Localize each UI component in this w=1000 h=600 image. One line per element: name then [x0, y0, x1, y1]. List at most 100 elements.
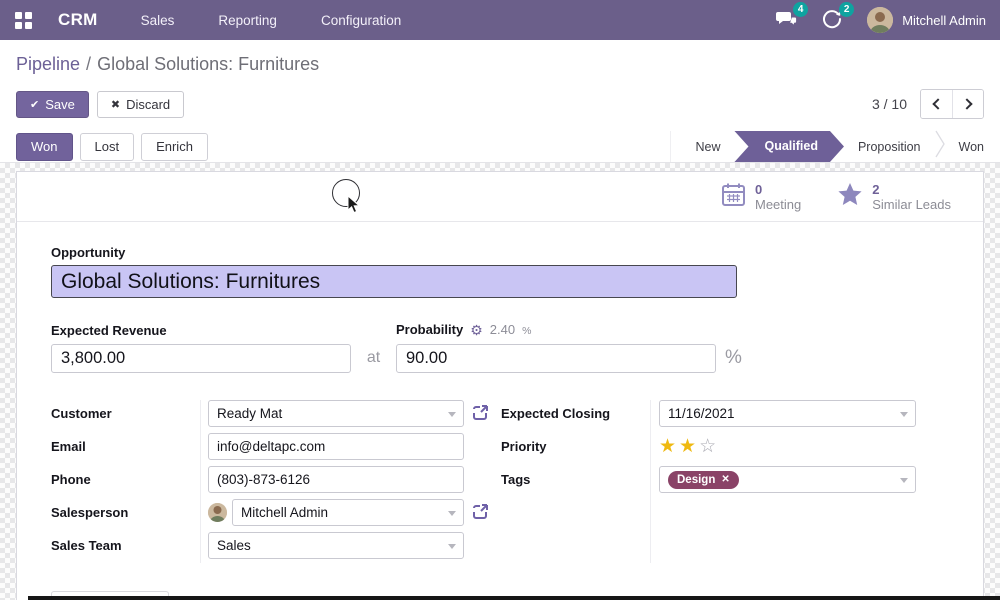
pager-buttons	[920, 89, 984, 119]
navbar-right: 4 2 Mitchell Admin	[775, 7, 986, 33]
star-filled-icon[interactable]: ★	[679, 437, 696, 456]
expected-revenue-input[interactable]: 3,800.00	[51, 344, 351, 373]
revenue-row: Expected Revenue 3,800.00 at Probability…	[51, 321, 949, 373]
tags-input[interactable]: Design ✕	[659, 466, 916, 493]
phone-row: Phone (803)-873-6126	[51, 466, 464, 493]
field-grid: Customer Ready Mat	[51, 400, 949, 565]
screen-bottom-edge	[28, 596, 1000, 600]
email-row: Email info@deltapc.com	[51, 433, 464, 460]
meeting-count: 0	[755, 182, 801, 197]
pager-count: 3 / 10	[872, 96, 907, 112]
salesperson-label: Salesperson	[51, 505, 208, 520]
tag-remove-icon[interactable]: ✕	[721, 474, 729, 485]
calendar-icon	[721, 182, 746, 212]
apps-menu-icon[interactable]	[13, 10, 33, 30]
control-panel-actions: ✔ Save ✖ Discard 3 / 10	[16, 89, 984, 119]
meeting-label: Meeting	[755, 197, 801, 212]
auto-probability-value: 2.40	[490, 322, 515, 337]
at-label: at	[351, 349, 396, 373]
chevron-down-icon[interactable]	[448, 511, 456, 520]
meeting-stat-button[interactable]: 0 Meeting	[703, 172, 819, 221]
discard-button[interactable]: ✖ Discard	[97, 91, 184, 118]
save-button[interactable]: ✔ Save	[16, 91, 89, 118]
percent-label: %	[725, 347, 742, 373]
stage-pipeline: New Qualified Proposition Won	[670, 131, 1000, 162]
priority-label: Priority	[501, 439, 659, 454]
opportunity-label: Opportunity	[51, 245, 949, 260]
menu-configuration[interactable]: Configuration	[321, 13, 401, 28]
pager-next-button[interactable]	[952, 90, 983, 118]
statusbar: Won Lost Enrich New Qualified Propositio…	[0, 131, 1000, 163]
tag-design[interactable]: Design ✕	[668, 471, 739, 489]
gear-icon[interactable]: ⚙	[470, 322, 483, 339]
chevron-down-icon[interactable]	[448, 412, 456, 421]
right-field-group: Expected Closing 11/16/2021 Priority	[501, 400, 921, 565]
customer-row: Customer Ready Mat	[51, 400, 464, 427]
sales-team-row: Sales Team Sales	[51, 532, 464, 559]
messages-count-badge: 4	[793, 2, 808, 17]
customer-label: Customer	[51, 406, 208, 421]
external-link-icon[interactable]	[471, 503, 489, 526]
stage-qualified-active[interactable]: Qualified	[734, 131, 843, 162]
probability-label: Probability	[396, 322, 463, 337]
tags-label: Tags	[501, 472, 659, 487]
priority-stars[interactable]: ★ ★ ☆	[659, 437, 716, 456]
similar-leads-stat-button[interactable]: 2 Similar Leads	[819, 172, 969, 221]
probability-input[interactable]: 90.00	[396, 344, 716, 373]
user-name[interactable]: Mitchell Admin	[902, 13, 986, 28]
check-icon: ✔	[30, 98, 39, 111]
sales-team-input[interactable]: Sales	[208, 532, 464, 559]
tags-row: Tags Design ✕	[501, 466, 921, 493]
breadcrumb-separator: /	[86, 54, 91, 74]
activities-button[interactable]: 2	[821, 8, 845, 32]
messages-button[interactable]: 4	[775, 8, 799, 32]
phone-label: Phone	[51, 472, 208, 487]
external-link-icon[interactable]	[471, 404, 489, 427]
expected-closing-row: Expected Closing 11/16/2021	[501, 400, 921, 427]
expected-revenue-label: Expected Revenue	[51, 323, 351, 338]
similar-leads-count: 2	[872, 182, 951, 197]
chevron-down-icon[interactable]	[900, 478, 908, 487]
sheet-body: Opportunity Global Solutions: Furnitures…	[17, 245, 983, 600]
phone-field[interactable]: (803)-873-6126	[208, 466, 464, 493]
activity-clock-icon	[821, 17, 843, 34]
menu-sales[interactable]: Sales	[141, 13, 175, 28]
breadcrumb-pipeline-link[interactable]: Pipeline	[16, 54, 80, 74]
enrich-button[interactable]: Enrich	[141, 133, 208, 161]
star-icon	[837, 182, 863, 212]
app-title[interactable]: CRM	[58, 10, 98, 30]
customer-input[interactable]: Ready Mat	[208, 400, 464, 427]
expected-closing-input[interactable]: 11/16/2021	[659, 400, 916, 427]
star-empty-icon[interactable]: ☆	[699, 437, 716, 456]
auto-probability-unit: %	[522, 325, 531, 337]
similar-leads-label: Similar Leads	[872, 197, 951, 212]
expected-closing-label: Expected Closing	[501, 406, 659, 421]
sales-team-label: Sales Team	[51, 538, 208, 553]
email-field[interactable]: info@deltapc.com	[208, 433, 464, 460]
chevron-down-icon[interactable]	[448, 544, 456, 553]
statusbar-buttons: Won Lost Enrich	[0, 131, 208, 162]
chevron-right-icon	[961, 98, 972, 109]
salesperson-row: Salesperson Mitchell Admin	[51, 499, 464, 526]
control-panel: Pipeline / Global Solutions: Furnitures ✔ …	[0, 40, 1000, 131]
stage-won[interactable]: Won	[947, 140, 996, 154]
menu-reporting[interactable]: Reporting	[218, 13, 277, 28]
chevron-down-icon[interactable]	[900, 412, 908, 421]
star-filled-icon[interactable]: ★	[659, 437, 676, 456]
stage-new[interactable]: New	[683, 140, 732, 154]
chevron-left-icon	[932, 98, 943, 109]
crm-app-window: CRM Sales Reporting Configuration 4 2	[0, 0, 1000, 600]
form-sheet: 0 Meeting 2 Similar Leads	[16, 171, 984, 600]
pager-previous-button[interactable]	[921, 90, 952, 118]
activities-count-badge: 2	[839, 2, 854, 17]
salesperson-avatar	[208, 503, 227, 522]
won-button[interactable]: Won	[16, 133, 73, 161]
lost-button[interactable]: Lost	[80, 133, 135, 161]
opportunity-title-input[interactable]: Global Solutions: Furnitures	[51, 265, 737, 298]
salesperson-input[interactable]: Mitchell Admin	[232, 499, 464, 526]
email-label: Email	[51, 439, 208, 454]
breadcrumb-current: Global Solutions: Furnitures	[97, 54, 319, 74]
close-icon: ✖	[111, 98, 120, 111]
user-avatar[interactable]	[867, 7, 893, 33]
stage-proposition[interactable]: Proposition	[846, 140, 933, 154]
